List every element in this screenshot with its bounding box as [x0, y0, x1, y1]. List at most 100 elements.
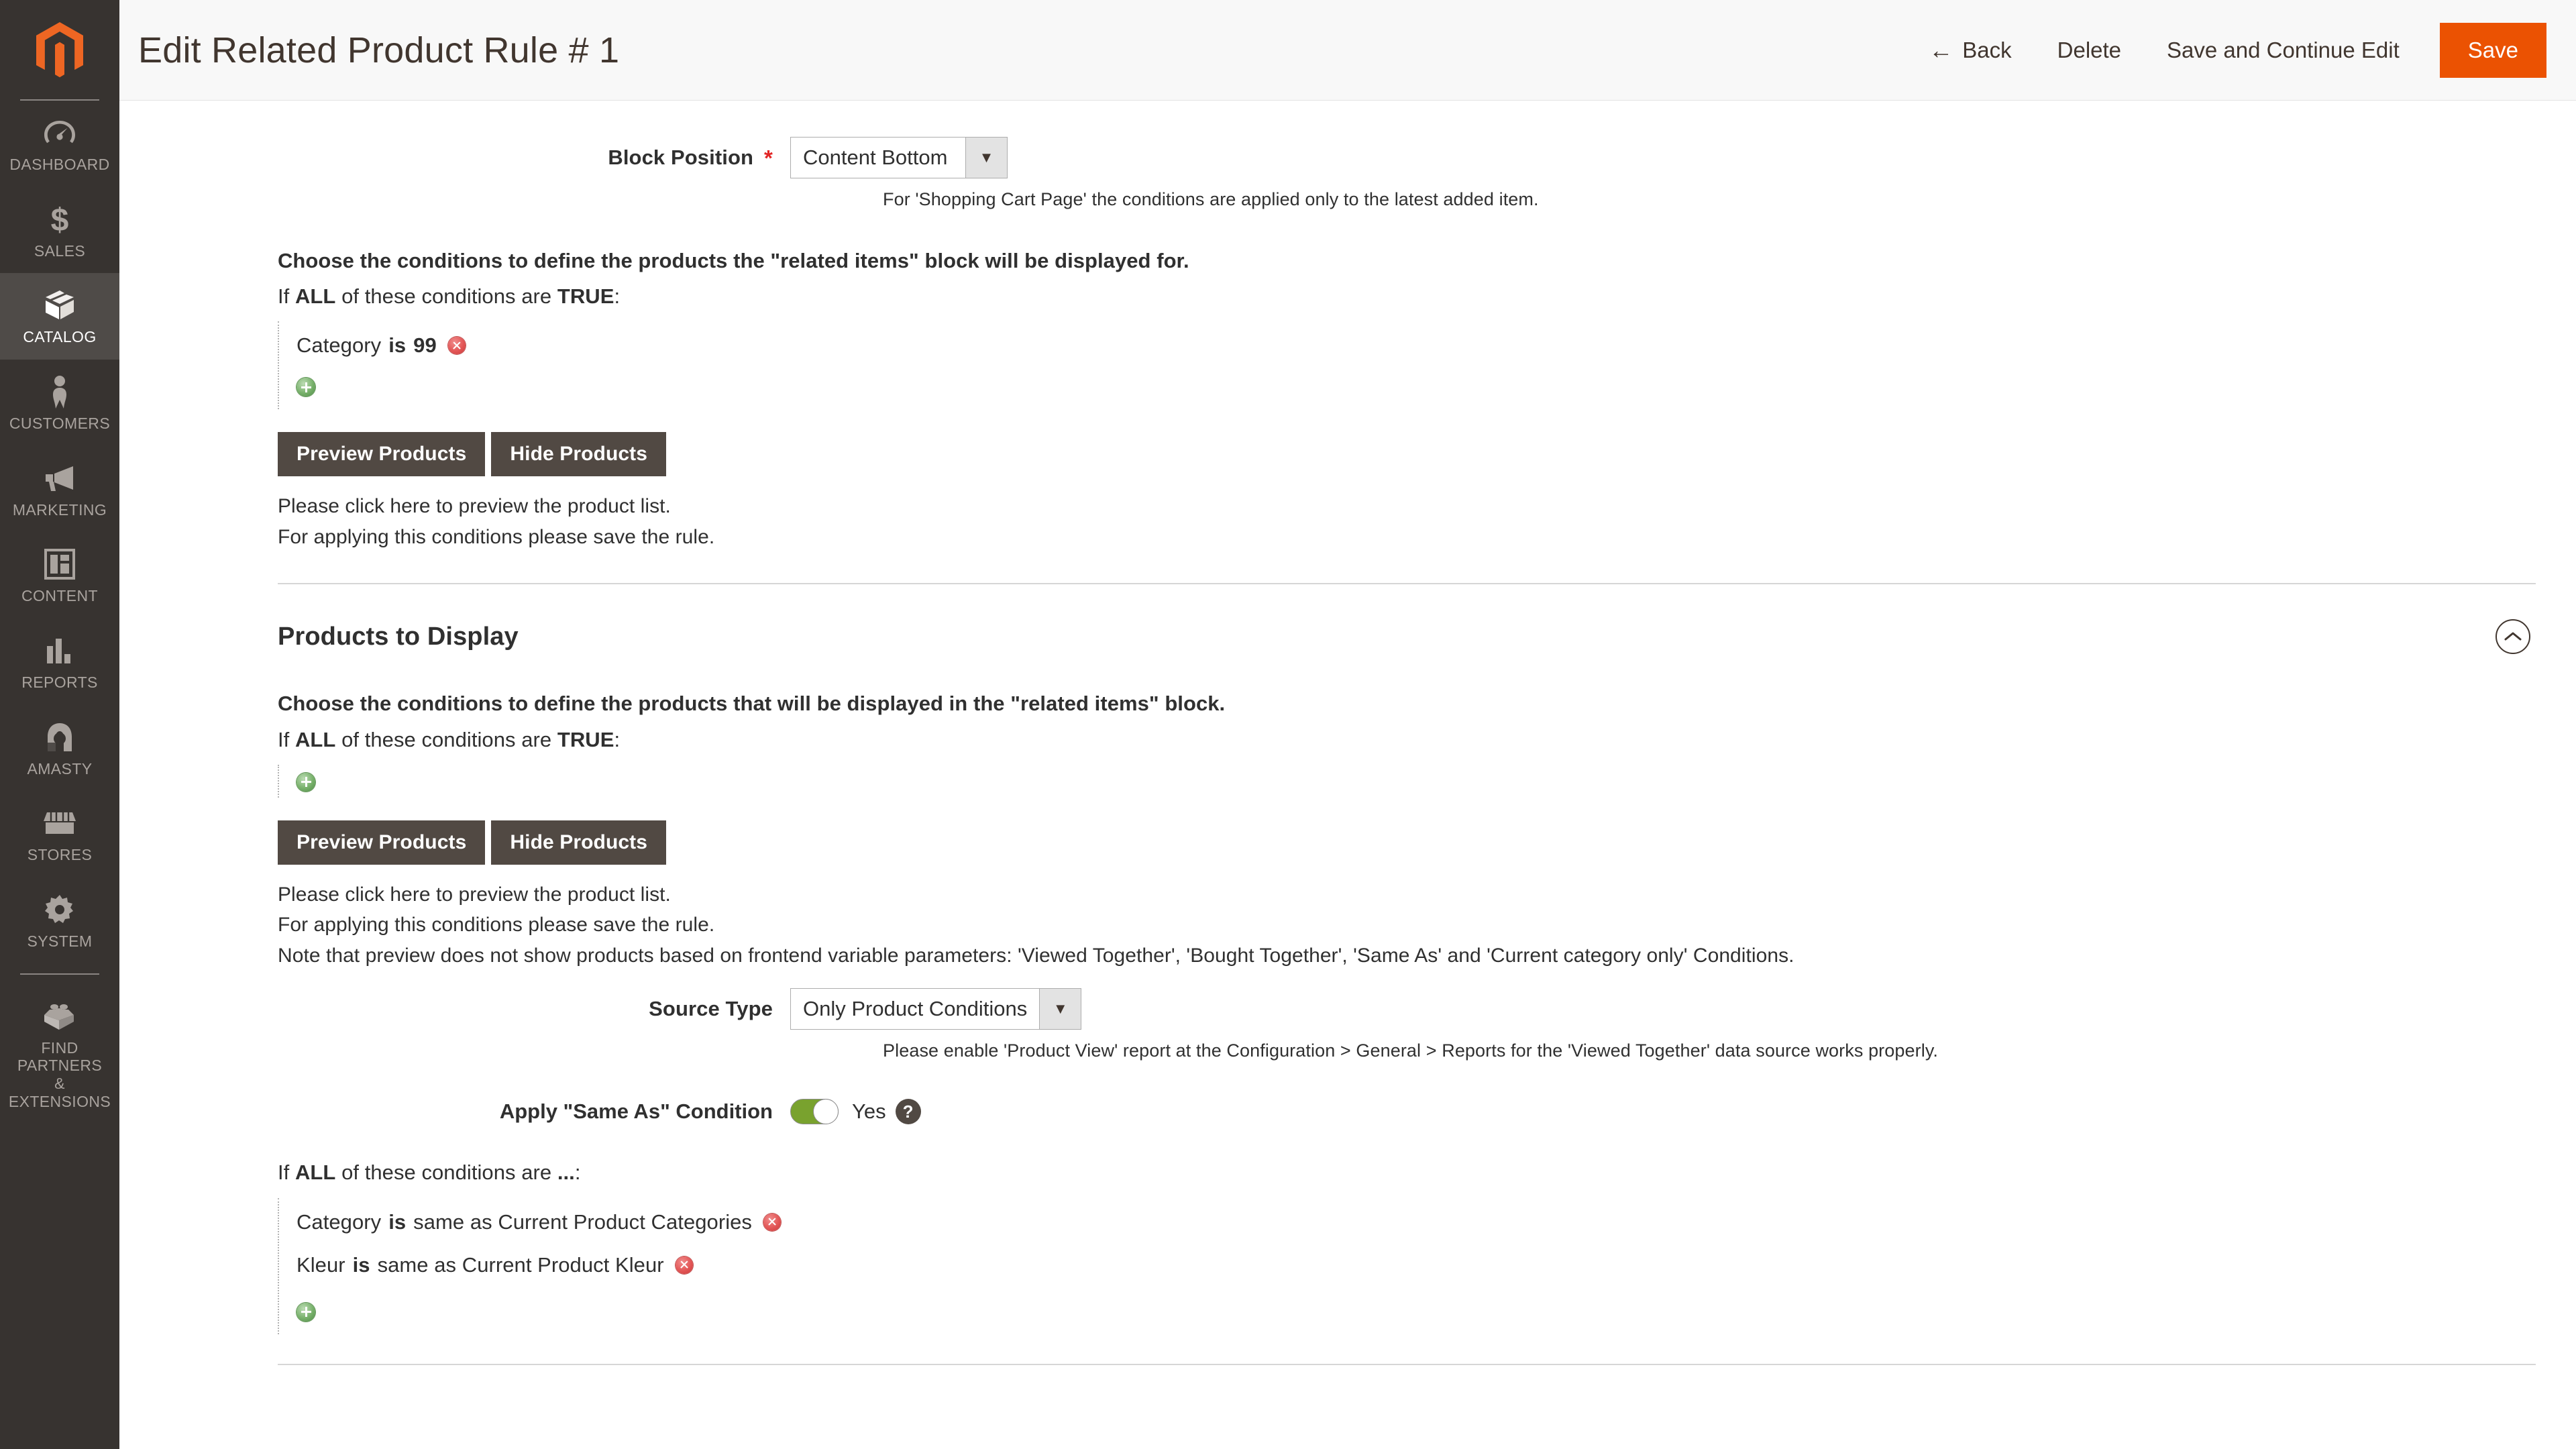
- save-button[interactable]: Save: [2439, 22, 2546, 78]
- condition-value[interactable]: same as Current Product Kleur: [378, 1253, 664, 1277]
- block-position-value: Content Bottom: [803, 146, 948, 169]
- sidebar-item-label: CONTENT: [21, 587, 98, 605]
- sidebar-item-catalog[interactable]: CATALOG: [0, 273, 119, 360]
- section-title: Products to Display: [278, 622, 519, 651]
- condition-operator[interactable]: is: [388, 1210, 406, 1234]
- amasty-icon: [44, 720, 76, 755]
- condition-attribute[interactable]: Category: [297, 1210, 381, 1234]
- products-conditions-list: [278, 764, 2536, 798]
- preview-products-button[interactable]: Preview Products: [278, 432, 486, 477]
- colon: :: [574, 1161, 581, 1185]
- add-condition-icon[interactable]: [297, 378, 315, 397]
- sidebar-item-label: FIND PARTNERS & EXTENSIONS: [8, 1038, 111, 1110]
- delete-condition-icon[interactable]: [763, 1213, 781, 1231]
- condition-operator[interactable]: is: [388, 333, 406, 358]
- aggregator-all[interactable]: ALL: [295, 1161, 335, 1184]
- add-condition-icon[interactable]: [297, 772, 315, 792]
- condition-row: Category is 99: [297, 327, 2536, 364]
- if-middle: of these conditions are: [341, 284, 552, 309]
- svg-text:$: $: [51, 203, 69, 236]
- condition-attribute[interactable]: Category: [297, 333, 381, 358]
- save-and-continue-button[interactable]: Save and Continue Edit: [2144, 25, 2422, 75]
- block-position-label-wrap: Block Position *: [119, 146, 790, 170]
- products-intro: Choose the conditions to define the prod…: [278, 692, 1226, 716]
- sidebar-item-label: SYSTEM: [27, 932, 93, 951]
- section-divider-2: [278, 1363, 2536, 1365]
- condition-attribute[interactable]: Kleur: [297, 1253, 345, 1277]
- main-sidebar: DASHBOARD $ SALES CATALOG CUSTOMERS MARK…: [0, 0, 119, 1449]
- source-type-row: Source Type Only Product Conditions ▼: [119, 971, 2536, 1030]
- same-as-row: Apply "Same As" Condition Yes ?: [119, 1061, 2536, 1125]
- sidebar-item-sales[interactable]: $ SALES: [0, 187, 119, 274]
- source-type-select[interactable]: Only Product Conditions ▼: [790, 988, 1082, 1030]
- source-type-label: Source Type: [649, 997, 773, 1021]
- help-icon[interactable]: ?: [895, 1099, 921, 1125]
- sidebar-item-stores[interactable]: STORES: [0, 791, 119, 877]
- condition-row: Category is same as Current Product Cate…: [297, 1203, 2536, 1241]
- main-area: Edit Related Product Rule # 1 ← Back Del…: [119, 0, 2576, 1449]
- colon: :: [614, 727, 621, 751]
- block-position-hint: For 'Shopping Cart Page' the conditions …: [883, 189, 1539, 209]
- products-to-display-block: Choose the conditions to define the prod…: [119, 654, 2536, 971]
- delete-button-label: Delete: [2057, 37, 2122, 62]
- chevron-up-icon[interactable]: [2496, 619, 2530, 655]
- condition-value[interactable]: 99: [413, 333, 437, 358]
- display-conditions-intro: Choose the conditions to define the prod…: [278, 249, 1189, 272]
- delete-condition-icon[interactable]: [675, 1256, 693, 1274]
- page-title: Edit Related Product Rule # 1: [138, 30, 620, 70]
- block-position-select[interactable]: Content Bottom ▼: [790, 137, 1008, 178]
- same-as-label: Apply "Same As" Condition: [499, 1099, 773, 1124]
- chevron-down-icon: ▼: [1039, 989, 1081, 1030]
- sidebar-item-label: DASHBOARD: [9, 156, 110, 173]
- delete-condition-icon[interactable]: [447, 337, 466, 355]
- products-notes: Please click here to preview the product…: [278, 879, 2536, 971]
- source-type-value: Only Product Conditions: [803, 997, 1028, 1021]
- colon: :: [614, 284, 621, 309]
- value-true[interactable]: TRUE: [557, 284, 614, 308]
- add-condition-icon[interactable]: [297, 1302, 315, 1322]
- sidebar-item-customers[interactable]: CUSTOMERS: [0, 360, 119, 446]
- same-as-if-line: If ALL of these conditions are ...:: [278, 1157, 2536, 1188]
- aggregator-all[interactable]: ALL: [295, 284, 335, 308]
- delete-button[interactable]: Delete: [2035, 25, 2144, 75]
- brick-icon: [43, 999, 76, 1034]
- sidebar-item-content[interactable]: CONTENT: [0, 532, 119, 619]
- if-prefix: If: [278, 1161, 290, 1185]
- condition-row: Kleur is same as Current Product Kleur: [297, 1246, 2536, 1284]
- back-button[interactable]: ← Back: [1906, 25, 2034, 75]
- display-conditions-block: Choose the conditions to define the prod…: [119, 210, 2536, 552]
- display-preview-buttons: Preview Products Hide Products: [278, 432, 2536, 477]
- aggregator-all[interactable]: ALL: [295, 728, 335, 751]
- same-as-conditions-list: Category is same as Current Product Cate…: [278, 1197, 2536, 1334]
- if-middle: of these conditions are: [341, 1161, 552, 1185]
- condition-operator[interactable]: is: [353, 1253, 370, 1277]
- condition-value[interactable]: same as Current Product Categories: [413, 1210, 752, 1234]
- hide-products-button[interactable]: Hide Products: [491, 432, 667, 477]
- sidebar-item-label: REPORTS: [21, 674, 98, 692]
- bar-chart-icon: [44, 633, 75, 668]
- page-actions: ← Back Delete Save and Continue Edit Sav…: [1906, 22, 2551, 78]
- same-as-toggle[interactable]: [790, 1099, 839, 1125]
- sidebar-item-find-partners[interactable]: FIND PARTNERS & EXTENSIONS: [0, 984, 119, 1124]
- sidebar-item-system[interactable]: SYSTEM: [0, 877, 119, 964]
- products-note-3: Note that preview does not show products…: [278, 944, 1794, 967]
- value-ellipsis[interactable]: ...: [557, 1161, 575, 1184]
- sidebar-item-dashboard[interactable]: DASHBOARD: [0, 101, 119, 187]
- products-if-line: If ALL of these conditions are TRUE:: [278, 724, 2536, 755]
- storefront-icon: [43, 806, 76, 841]
- magento-logo[interactable]: [0, 0, 119, 101]
- sidebar-item-reports[interactable]: REPORTS: [0, 619, 119, 705]
- display-note-2: For applying this conditions please save…: [278, 525, 715, 548]
- hide-products-button[interactable]: Hide Products: [491, 820, 667, 865]
- value-true[interactable]: TRUE: [557, 728, 614, 751]
- products-to-display-header[interactable]: Products to Display: [119, 584, 2536, 655]
- sidebar-item-marketing[interactable]: MARKETING: [0, 446, 119, 533]
- page-header: Edit Related Product Rule # 1 ← Back Del…: [119, 0, 2576, 101]
- sidebar-item-label: STORES: [27, 846, 93, 864]
- sidebar-item-label: CUSTOMERS: [9, 415, 111, 433]
- sidebar-item-label: MARKETING: [12, 500, 107, 519]
- preview-products-button[interactable]: Preview Products: [278, 820, 486, 865]
- gear-icon: [44, 892, 75, 927]
- person-icon: [48, 374, 71, 409]
- sidebar-item-amasty[interactable]: AMASTY: [0, 705, 119, 792]
